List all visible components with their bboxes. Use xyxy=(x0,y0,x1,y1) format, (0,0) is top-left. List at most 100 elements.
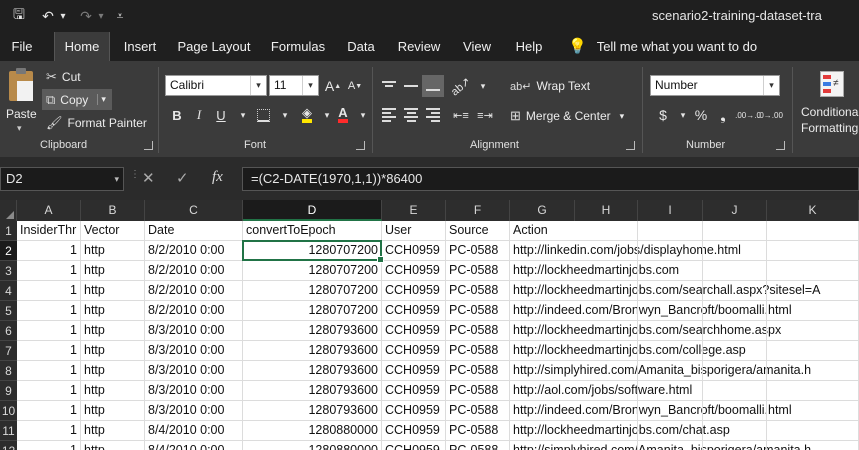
column-header-j[interactable]: J xyxy=(703,200,767,221)
column-title-cell[interactable]: Source xyxy=(446,221,510,241)
data-cell[interactable]: 1280793600 xyxy=(243,381,382,401)
decrease-decimal-button[interactable]: .0→.00 xyxy=(757,104,783,126)
tab-page-layout[interactable]: Page Layout xyxy=(174,32,254,61)
align-center-button[interactable] xyxy=(400,104,422,126)
format-painter-button[interactable]: 🖌 Format Painter xyxy=(46,113,147,133)
tab-formulas[interactable]: Formulas xyxy=(266,32,330,61)
data-cell[interactable]: CCH0959 xyxy=(382,321,446,341)
data-cell[interactable]: 1 xyxy=(17,261,81,281)
data-cell[interactable]: 1280880000 xyxy=(243,441,382,450)
column-header-d[interactable]: D xyxy=(243,200,382,221)
font-name-select[interactable]: Calibri ▾ xyxy=(165,75,267,96)
data-cell[interactable]: http xyxy=(81,341,145,361)
data-cell[interactable]: PC-0588 xyxy=(446,361,510,381)
data-cell[interactable]: CCH0959 xyxy=(382,301,446,321)
font-color-dropdown-icon[interactable]: ▾ xyxy=(352,104,374,126)
data-cell[interactable]: http xyxy=(81,441,145,450)
column-title-cell[interactable]: Vector xyxy=(81,221,145,241)
row-header-5[interactable]: 5 xyxy=(0,301,17,321)
wrap-text-button[interactable]: ab↵ Wrap Text xyxy=(510,75,590,97)
chevron-down-icon[interactable]: ▾ xyxy=(114,168,119,190)
row-header-10[interactable]: 10 xyxy=(0,401,17,421)
data-cell[interactable]: 1280793600 xyxy=(243,341,382,361)
column-header-g[interactable]: G xyxy=(510,200,575,221)
number-format-select[interactable]: Number ▾ xyxy=(650,75,780,96)
column-title-cell[interactable]: InsiderThr xyxy=(17,221,81,241)
data-cell[interactable]: 1280793600 xyxy=(243,361,382,381)
data-cell[interactable]: 8/2/2010 0:00 xyxy=(145,281,243,301)
data-cell[interactable]: http xyxy=(81,241,145,261)
underline-dropdown-icon[interactable]: ▾ xyxy=(232,104,254,126)
data-cell[interactable]: 1 xyxy=(17,381,81,401)
cut-button[interactable]: ✂ Cut xyxy=(46,67,81,87)
data-cell[interactable]: 8/2/2010 0:00 xyxy=(145,241,243,261)
data-cell[interactable]: 8/4/2010 0:00 xyxy=(145,421,243,441)
data-cell[interactable]: 1 xyxy=(17,361,81,381)
row-header-2[interactable]: 2 xyxy=(0,241,17,261)
number-launcher-icon[interactable] xyxy=(776,141,785,150)
data-cell[interactable]: 1 xyxy=(17,441,81,450)
merge-dropdown-icon[interactable]: ▾ xyxy=(620,111,625,122)
redo-icon[interactable]: ↷ xyxy=(78,6,94,26)
row-header-7[interactable]: 7 xyxy=(0,341,17,361)
data-cell[interactable]: http xyxy=(81,361,145,381)
bold-button[interactable]: B xyxy=(166,104,188,126)
data-cell[interactable]: PC-0588 xyxy=(446,321,510,341)
font-size-select[interactable]: 11 ▾ xyxy=(269,75,319,96)
align-left-button[interactable] xyxy=(378,104,400,126)
conditional-formatting-button[interactable]: ≠ Conditional Formatting xyxy=(798,67,859,137)
data-cell[interactable]: 1 xyxy=(17,341,81,361)
borders-dropdown-icon[interactable]: ▾ xyxy=(274,104,296,126)
data-cell[interactable]: 8/3/2010 0:00 xyxy=(145,321,243,341)
data-cell[interactable]: 1 xyxy=(17,401,81,421)
column-title-cell[interactable]: convertToEpoch xyxy=(243,221,382,241)
tab-home[interactable]: Home xyxy=(54,32,110,61)
font-launcher-icon[interactable] xyxy=(356,141,365,150)
data-cell[interactable]: PC-0588 xyxy=(446,241,510,261)
data-cell[interactable]: 8/3/2010 0:00 xyxy=(145,401,243,421)
row-header-4[interactable]: 4 xyxy=(0,281,17,301)
data-cell[interactable]: 1280707200 xyxy=(243,301,382,321)
row-header-1[interactable]: 1 xyxy=(0,221,17,241)
data-cell[interactable]: PC-0588 xyxy=(446,301,510,321)
data-cell[interactable]: 1 xyxy=(17,321,81,341)
data-cell[interactable]: PC-0588 xyxy=(446,281,510,301)
data-cell[interactable]: 1 xyxy=(17,241,81,261)
middle-align-button[interactable] xyxy=(400,75,422,97)
column-header-e[interactable]: E xyxy=(382,200,446,221)
copy-dropdown-icon[interactable]: ▾ xyxy=(97,94,106,105)
row-header-11[interactable]: 11 xyxy=(0,421,17,441)
data-cell[interactable]: 1280707200 xyxy=(243,241,382,261)
data-cell[interactable]: 8/3/2010 0:00 xyxy=(145,361,243,381)
clipboard-launcher-icon[interactable] xyxy=(144,141,153,150)
insert-function-icon[interactable]: fx xyxy=(212,169,223,186)
row-header-8[interactable]: 8 xyxy=(0,361,17,381)
percent-style-button[interactable]: % xyxy=(690,104,712,126)
column-header-k[interactable]: K xyxy=(767,200,859,221)
row-header-3[interactable]: 3 xyxy=(0,261,17,281)
data-cell[interactable]: 1 xyxy=(17,421,81,441)
tab-view[interactable]: View xyxy=(456,32,498,61)
data-cell[interactable]: PC-0588 xyxy=(446,261,510,281)
formula-bar-grip-icon[interactable]: ⋮ xyxy=(130,170,140,180)
increase-font-size-button[interactable]: A ▲ xyxy=(322,75,344,97)
row-header-12[interactable]: 12 xyxy=(0,441,17,450)
data-cell[interactable]: 1280707200 xyxy=(243,261,382,281)
data-cell[interactable]: CCH0959 xyxy=(382,241,446,261)
fill-color-button[interactable]: ◈ xyxy=(296,104,318,126)
undo-dropdown-icon[interactable]: ▾ xyxy=(58,6,68,26)
data-cell[interactable]: 8/4/2010 0:00 xyxy=(145,441,243,450)
customize-qat-icon[interactable]: ⩡ xyxy=(112,6,128,26)
data-cell[interactable]: 1280793600 xyxy=(243,401,382,421)
data-cell[interactable]: 8/3/2010 0:00 xyxy=(145,381,243,401)
save-icon[interactable]: 🖫 xyxy=(8,6,30,26)
data-cell[interactable]: 8/3/2010 0:00 xyxy=(145,341,243,361)
orientation-button[interactable]: ab↗ xyxy=(449,75,473,98)
column-header-f[interactable]: F xyxy=(446,200,510,221)
data-cell[interactable]: CCH0959 xyxy=(382,261,446,281)
data-cell[interactable]: http xyxy=(81,321,145,341)
bottom-align-button[interactable] xyxy=(422,75,444,97)
data-cell[interactable]: http xyxy=(81,261,145,281)
data-cell[interactable]: CCH0959 xyxy=(382,341,446,361)
formula-input[interactable]: =(C2-DATE(1970,1,1))*86400 xyxy=(242,167,859,191)
